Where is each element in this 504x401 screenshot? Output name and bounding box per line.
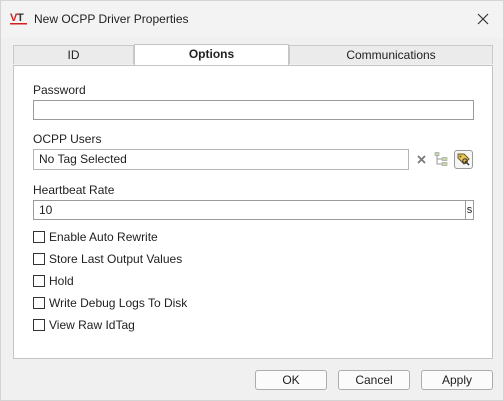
tag-browse-icon [457,153,470,166]
checkbox-label: Store Last Output Values [49,252,183,266]
title-bar: V T New OCPP Driver Properties [1,1,503,37]
clear-tag-button[interactable] [412,150,431,169]
checkbox-box[interactable] [33,275,45,287]
heartbeat-unit: s [466,200,474,220]
vt-logo-icon: V T [10,12,27,25]
checkbox-box[interactable] [33,319,45,331]
tab-options[interactable]: Options [134,44,289,65]
apply-button[interactable]: Apply [421,370,493,390]
close-icon [477,13,489,25]
ocpp-users-label: OCPP Users [33,132,102,146]
checkbox-box[interactable] [33,253,45,265]
heartbeat-rate-field[interactable] [33,200,466,220]
heartbeat-rate-label: Heartbeat Rate [33,183,115,197]
tag-tree-button[interactable] [432,150,451,169]
tag-browse-button[interactable] [454,150,473,169]
checkbox-box[interactable] [33,231,45,243]
svg-text:T: T [17,12,24,24]
tag-tree-icon [434,152,448,166]
clear-icon [417,155,426,164]
store-last-output-values-checkbox[interactable]: Store Last Output Values [33,251,182,267]
ocpp-users-field[interactable]: No Tag Selected [33,149,409,170]
view-raw-idtag-checkbox[interactable]: View Raw IdTag [33,317,135,333]
tab-communications[interactable]: Communications [289,45,493,64]
checkbox-label: Write Debug Logs To Disk [49,296,188,310]
window-title: New OCPP Driver Properties [34,12,189,26]
password-field[interactable] [33,100,474,120]
password-label: Password [33,83,86,97]
tab-strip: ID Options Communications [13,44,493,65]
cancel-button[interactable]: Cancel [338,370,410,390]
write-debug-logs-checkbox[interactable]: Write Debug Logs To Disk [33,295,187,311]
checkbox-label: Hold [49,274,74,288]
checkbox-box[interactable] [33,297,45,309]
enable-auto-rewrite-checkbox[interactable]: Enable Auto Rewrite [33,229,158,245]
hold-checkbox[interactable]: Hold [33,273,74,289]
tab-id[interactable]: ID [13,45,134,64]
checkbox-label: View Raw IdTag [49,318,135,332]
close-button[interactable] [471,7,495,31]
checkbox-label: Enable Auto Rewrite [49,230,158,244]
dialog-window: V T New OCPP Driver Properties ID Option… [0,0,504,401]
ok-button[interactable]: OK [255,370,327,390]
